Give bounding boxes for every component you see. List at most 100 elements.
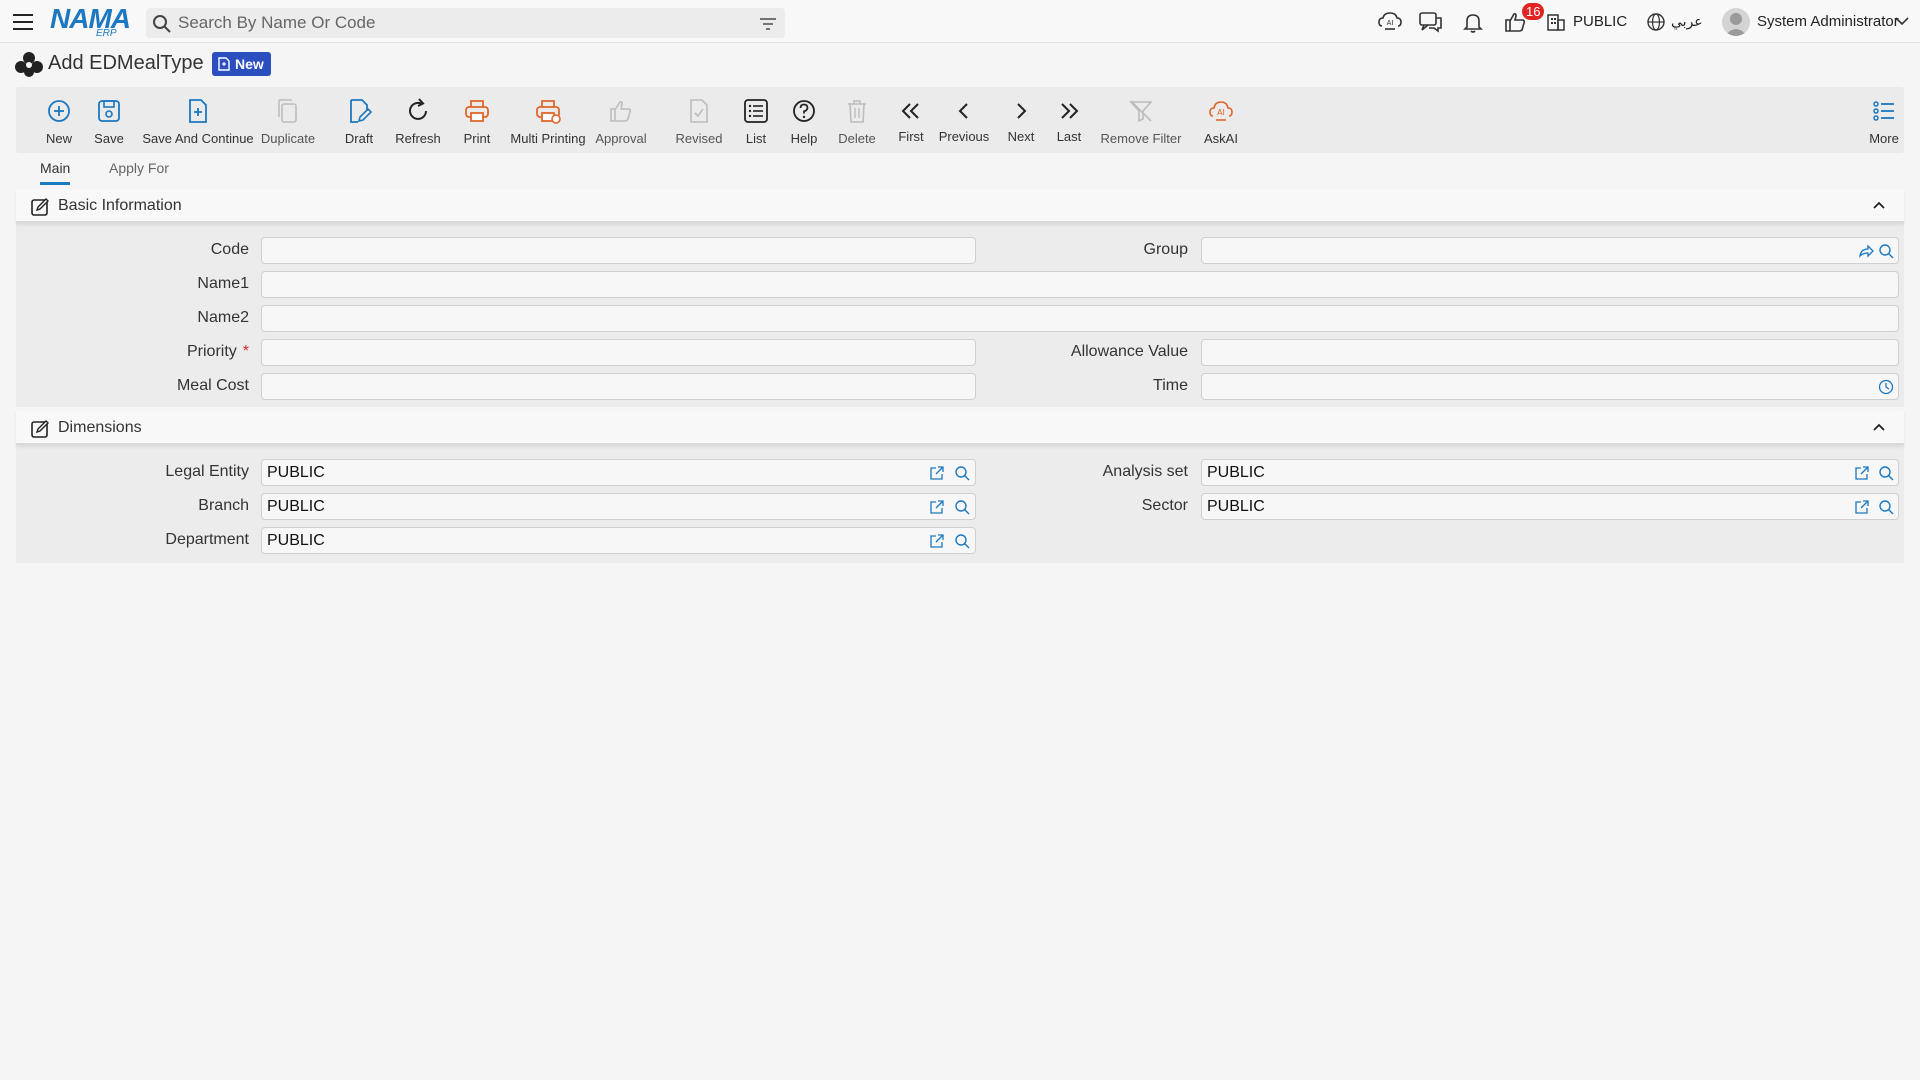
filter-icon[interactable] (759, 16, 777, 32)
refresh-button[interactable]: Refresh (385, 87, 451, 153)
branch-input[interactable] (267, 497, 920, 517)
legal-entity-field[interactable] (261, 459, 976, 486)
nama-erp-logo[interactable]: NAMA ERP (50, 5, 132, 39)
askai-label: AskAI (1204, 131, 1238, 146)
chevron-up-icon[interactable] (1872, 200, 1886, 210)
multi-printer-icon (536, 100, 561, 124)
page-title: Add EDMealType (48, 52, 204, 74)
priority-input[interactable] (267, 343, 920, 363)
search-input[interactable] (178, 12, 738, 34)
basic-information-section: Basic Information Code Group Name1 Name2… (16, 189, 1904, 407)
new-button-label: New (45, 131, 72, 146)
priority-field[interactable] (261, 339, 976, 366)
previous-button[interactable]: Previous (929, 87, 999, 153)
approval-button[interactable]: Approval (586, 87, 656, 153)
name1-input[interactable] (267, 275, 1843, 295)
chevron-up-icon[interactable] (1872, 422, 1886, 432)
allowance-value-field[interactable] (1201, 339, 1899, 366)
name2-input[interactable] (267, 309, 1843, 329)
lookup-search-icon[interactable] (954, 533, 970, 549)
multi-printing-button[interactable]: Multi Printing (500, 87, 596, 153)
askai-icon: AI (1209, 101, 1233, 121)
global-search[interactable] (146, 8, 785, 38)
save-and-continue-label: Save And Continue (142, 131, 254, 146)
user-name[interactable]: System Administrator (1757, 13, 1899, 30)
print-button[interactable]: Print (447, 87, 507, 153)
department-label: Department (165, 531, 249, 548)
chevron-left-icon (958, 103, 968, 119)
language-switch[interactable]: عربي (1671, 13, 1703, 30)
legal-entity-input[interactable] (267, 463, 920, 483)
lookup-search-icon[interactable] (954, 499, 970, 515)
delete-button[interactable]: Delete (829, 87, 885, 153)
chevron-down-icon[interactable] (1894, 15, 1910, 27)
name1-field[interactable] (261, 271, 1899, 298)
name2-field[interactable] (261, 305, 1899, 332)
remove-filter-button[interactable]: Remove Filter (1094, 87, 1188, 153)
tab-main[interactable]: Main (40, 160, 71, 185)
meal-cost-field[interactable] (261, 373, 976, 400)
search-icon (153, 15, 171, 33)
help-button[interactable]: Help (778, 87, 830, 153)
file-plus-icon (189, 99, 207, 123)
company-selector[interactable]: PUBLIC (1573, 13, 1627, 30)
duplicate-button[interactable]: Duplicate (253, 87, 323, 153)
branch-field[interactable] (261, 493, 976, 520)
trash-icon (848, 100, 866, 123)
lookup-search-icon[interactable] (1878, 243, 1894, 259)
open-link-icon[interactable] (929, 465, 945, 481)
analysis-set-input[interactable] (1207, 463, 1843, 483)
open-link-icon[interactable] (1854, 499, 1870, 515)
revised-label: Revised (675, 131, 723, 146)
analysis-set-field[interactable] (1201, 459, 1899, 486)
group-field[interactable] (1201, 237, 1899, 264)
bell-icon[interactable] (1460, 10, 1486, 34)
sector-label: Sector (1141, 497, 1188, 514)
code-label: Code (210, 241, 249, 258)
dimensions-title: Dimensions (58, 419, 142, 436)
lookup-search-icon[interactable] (954, 465, 970, 481)
logo-text: NAMA (50, 3, 131, 34)
list-button[interactable]: List (730, 87, 782, 153)
analysis-set-label: Analysis set (1102, 463, 1188, 480)
list-label: List (745, 131, 767, 146)
dimensions-header[interactable]: Dimensions (16, 411, 1904, 445)
askai-button[interactable]: AI AskAI (1191, 87, 1251, 153)
group-input[interactable] (1207, 241, 1843, 261)
time-field[interactable] (1201, 373, 1899, 400)
code-field[interactable] (261, 237, 976, 264)
save-and-continue-button[interactable]: Save And Continue (131, 87, 265, 153)
allowance-value-input[interactable] (1207, 343, 1843, 363)
meal-cost-input[interactable] (267, 377, 920, 397)
draft-edit-icon (350, 99, 373, 123)
last-button[interactable]: Last (1046, 87, 1092, 153)
sector-input[interactable] (1207, 497, 1843, 517)
user-avatar[interactable] (1722, 8, 1750, 36)
code-input[interactable] (267, 241, 920, 261)
more-button[interactable]: More (1862, 87, 1906, 153)
save-button[interactable]: Save (79, 87, 139, 153)
more-label: More (1869, 131, 1899, 146)
sector-field[interactable] (1201, 493, 1899, 520)
open-link-icon[interactable] (1854, 465, 1870, 481)
approval-label: Approval (595, 131, 647, 146)
lookup-search-icon[interactable] (1878, 465, 1894, 481)
ai-assistant-icon[interactable]: AI (1377, 10, 1403, 34)
department-input[interactable] (267, 531, 920, 551)
department-field[interactable] (261, 527, 976, 554)
tab-apply-for[interactable]: Apply For (109, 160, 169, 182)
hamburger-menu-icon[interactable] (12, 11, 36, 33)
logo-subtext: ERP (96, 28, 117, 39)
clock-icon[interactable] (1878, 379, 1894, 395)
share-arrow-icon[interactable] (1858, 243, 1874, 259)
lookup-search-icon[interactable] (1878, 499, 1894, 515)
revised-button[interactable]: Revised (664, 87, 734, 153)
time-input[interactable] (1207, 377, 1843, 397)
next-button[interactable]: Next (998, 87, 1044, 153)
open-link-icon[interactable] (929, 499, 945, 515)
chat-icon[interactable] (1418, 10, 1444, 34)
required-marker: * (242, 343, 249, 360)
open-link-icon[interactable] (929, 533, 945, 549)
basic-information-header[interactable]: Basic Information (16, 189, 1904, 223)
draft-button[interactable]: Draft (329, 87, 389, 153)
